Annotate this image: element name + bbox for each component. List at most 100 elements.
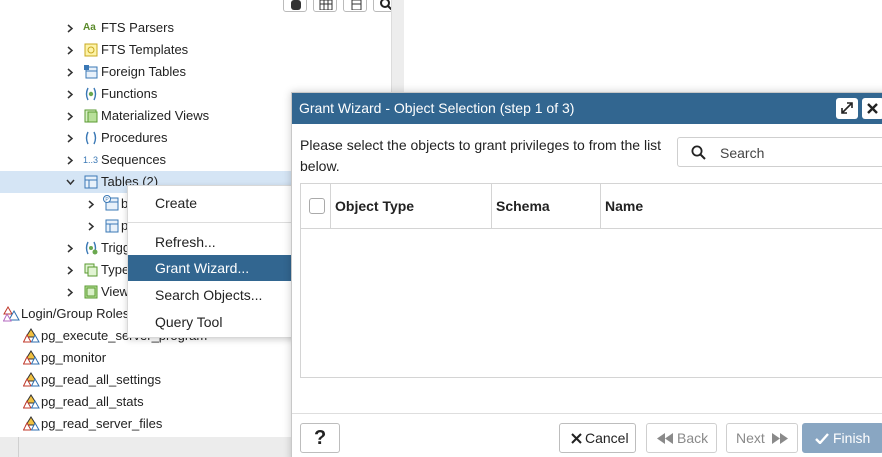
help-button[interactable]: ? [300,423,340,453]
chevron-right-icon[interactable] [64,17,76,39]
toolbar-table-button[interactable] [313,0,337,12]
tree-item-label: pg_read_all_stats [41,394,144,409]
tree-item-label: FTS Templates [101,42,189,57]
expand-icon [841,102,853,114]
dialog-title: Grant Wizard - Object Selection (step 1 … [299,100,575,116]
trigger-function-icon [85,241,98,255]
chevron-right-icon[interactable] [64,61,76,83]
menu-item-label: Query Tool [155,314,223,330]
dialog-instructions: Please select the objects to grant privi… [300,137,662,174]
chevron-down-icon[interactable] [64,171,76,193]
menu-item-label: Search Objects... [155,287,263,303]
tree-item-fts-parsers[interactable]: Aa FTS Parsers [0,17,391,39]
grid-header: Object Type Schema Name [301,184,882,229]
tree-item-label: Procedures [101,130,168,145]
tree-item-label: pg_read_server_files [41,416,163,431]
tree-item-label: pg_monitor [41,350,107,365]
partitioned-table-icon: P [103,195,119,211]
tree-item-fts-templates[interactable]: FTS Templates [0,39,391,61]
role-icon [23,350,40,365]
chevron-right-icon[interactable] [64,281,76,303]
role-icon [23,416,40,431]
context-menu-grant-wizard[interactable]: Grant Wizard... [128,255,307,281]
view-icon [84,285,98,299]
backward-icon [657,433,673,444]
column-object-type[interactable]: Object Type [331,184,491,229]
chevron-right-icon[interactable] [64,39,76,61]
finish-button[interactable]: Finish [802,423,882,453]
table-icon [319,0,333,10]
search-icon [691,145,706,160]
column-name[interactable]: Name [601,184,881,229]
object-grid: Object Type Schema Name [300,183,882,378]
role-icon [23,328,40,343]
context-menu-create[interactable]: Create [128,190,307,216]
search-box[interactable] [677,137,882,167]
context-menu-query-tool[interactable]: Query Tool [128,309,307,335]
tree-item-label: pg_read_all_settings [41,372,161,387]
tree-item-label: Sequences [101,152,167,167]
table-icon [105,219,119,233]
menu-separator [128,222,307,223]
sequence-icon: 1..3 [83,155,99,165]
context-menu-search-objects[interactable]: Search Objects... [128,282,307,308]
cancel-label: Cancel [585,430,629,446]
menu-item-label: Refresh... [155,234,216,250]
tree-item-label: Materialized Views [101,108,210,123]
role-icon [23,372,40,387]
chevron-right-icon[interactable] [64,105,76,127]
procedure-icon [85,131,97,145]
back-label: Back [677,430,709,446]
chevron-right-icon[interactable] [64,149,76,171]
fts-template-icon [84,43,98,57]
tree-item-foreign-tables[interactable]: Foreign Tables [0,61,391,83]
next-label: Next [736,430,765,446]
function-icon [85,87,97,101]
cancel-button[interactable]: Cancel [559,423,636,453]
next-button[interactable]: Next [726,423,798,453]
chevron-right-icon[interactable] [64,83,76,105]
close-icon [867,103,878,114]
table-icon [84,175,98,189]
context-menu: Create Refresh... Grant Wizard... Search… [127,185,308,338]
tree-item-label: FTS Parsers [101,20,174,35]
roles-icon [3,306,20,322]
menu-item-label: Create [155,195,198,211]
tree-item-label: Login/Group Roles [21,306,130,321]
grant-wizard-dialog: Grant Wizard - Object Selection (step 1 … [291,92,882,457]
tree-item-label: Foreign Tables [101,64,187,79]
search-input[interactable] [720,142,880,163]
close-icon [571,433,582,444]
maximize-button[interactable] [836,98,858,119]
toolbar-database-button[interactable] [283,0,307,12]
tree-item-label: Trigg [101,240,131,255]
forward-icon [772,433,788,444]
chevron-right-icon[interactable] [85,215,97,237]
select-all-checkbox[interactable] [309,198,325,214]
chevron-right-icon[interactable] [85,193,97,215]
divider [18,437,19,457]
dialog-header[interactable]: Grant Wizard - Object Selection (step 1 … [292,93,882,124]
foreign-table-icon [84,65,98,79]
column-schema[interactable]: Schema [492,184,600,229]
chevron-right-icon[interactable] [64,237,76,259]
tree-item-label: View [101,284,129,299]
fts-parser-icon: Aa [83,22,96,33]
finish-label: Finish [833,430,871,446]
materialized-view-icon [84,109,98,123]
menu-item-label: Grant Wizard... [155,260,250,276]
database-icon [291,0,301,10]
close-button[interactable] [862,98,882,119]
view-icon [351,0,362,10]
footer-divider [292,413,882,414]
toolbar-view-button[interactable] [343,0,367,12]
chevron-right-icon[interactable] [64,127,76,149]
tree-item-label: Type [101,262,130,277]
chevron-right-icon[interactable] [64,259,76,281]
role-icon [23,394,40,409]
context-menu-refresh[interactable]: Refresh... [128,229,307,255]
checkmark-icon [815,433,829,444]
tree-item-label: Functions [101,86,158,101]
type-icon [84,263,98,277]
back-button[interactable]: Back [646,423,717,453]
